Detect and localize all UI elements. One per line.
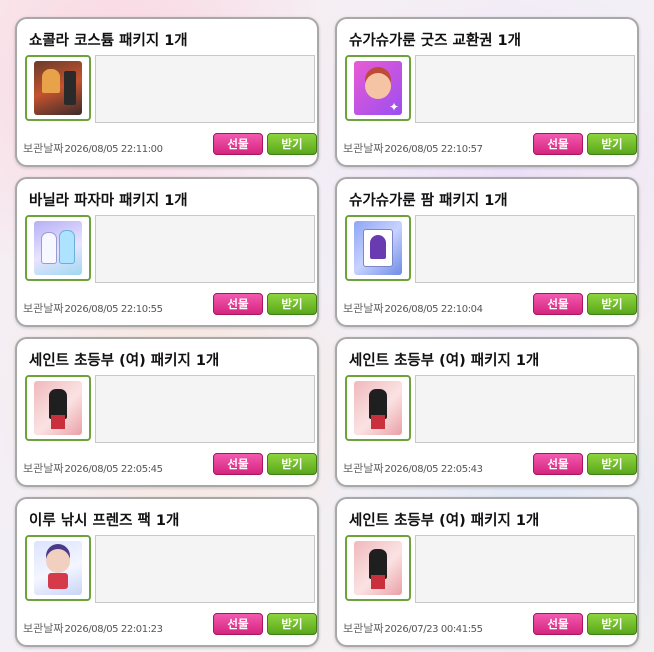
saint-uniform-icon [34,381,82,435]
storage-item-card: 바닐라 파자마 패키지 1개 보관날짜2026/08/05 22:10:55 선… [15,177,319,327]
storage-item-card: 슈가슈가룬 굿즈 교환권 1개 보관날짜2026/08/05 22:10:57 … [335,17,639,167]
receive-button[interactable]: 받기 [587,613,637,635]
stored-date-value: 2026/08/05 22:10:04 [384,304,483,315]
storage-item-card: 세인트 초등부 (여) 패키지 1개 보관날짜2026/08/05 22:05:… [15,337,319,487]
stored-date-label: 보관날짜 [23,302,64,315]
stored-date: 보관날짜2026/07/23 00:41:55 [343,617,483,636]
item-title: 세인트 초등부 (여) 패키지 1개 [349,513,540,529]
receive-button[interactable]: 받기 [587,133,637,155]
saint-uniform-icon [354,381,402,435]
item-thumbnail[interactable] [25,215,91,281]
item-title: 이루 낚시 프렌즈 팩 1개 [29,513,180,529]
storage-item-grid: 쇼콜라 코스튬 패키지 1개 보관날짜2026/08/05 22:11:00 선… [0,0,654,652]
item-title: 세인트 초등부 (여) 패키지 1개 [29,353,220,369]
gift-button[interactable]: 선물 [533,133,583,155]
gift-button[interactable]: 선물 [213,133,263,155]
stored-date: 보관날짜2026/08/05 22:10:55 [23,297,163,316]
gift-button[interactable]: 선물 [213,453,263,475]
receive-button[interactable]: 받기 [587,293,637,315]
item-title: 슈가슈가룬 굿즈 교환권 1개 [349,33,521,49]
item-title: 세인트 초등부 (여) 패키지 1개 [349,353,540,369]
stored-date-value: 2026/08/05 22:10:57 [384,144,483,155]
receive-button[interactable]: 받기 [267,133,317,155]
sugar-pajama-icon [354,221,402,275]
storage-item-card: 세인트 초등부 (여) 패키지 1개 보관날짜2026/08/05 22:05:… [335,337,639,487]
stored-date-label: 보관날짜 [343,622,384,635]
stored-date: 보관날짜2026/08/05 22:05:43 [343,457,483,476]
gift-button[interactable]: 선물 [213,613,263,635]
stored-date: 보관날짜2026/08/05 22:10:04 [343,297,483,316]
item-description-box [95,375,315,443]
receive-button[interactable]: 받기 [267,293,317,315]
stored-date-value: 2026/08/05 22:10:55 [64,304,163,315]
item-thumbnail[interactable] [25,55,91,121]
stored-date: 보관날짜2026/08/05 22:05:45 [23,457,163,476]
item-description-box [95,215,315,283]
stored-date-label: 보관날짜 [343,302,384,315]
item-description-box [415,55,635,123]
stored-date-value: 2026/08/05 22:05:43 [384,464,483,475]
stored-date: 보관날짜2026/08/05 22:11:00 [23,137,163,156]
storage-item-card: 슈가슈가룬 팜 패키지 1개 보관날짜2026/08/05 22:10:04 선… [335,177,639,327]
item-thumbnail[interactable] [345,375,411,441]
iru-fishing-friends-icon [34,541,82,595]
item-description-box [95,535,315,603]
saint-uniform-icon [354,541,402,595]
item-title: 바닐라 파자마 패키지 1개 [29,193,188,209]
item-title: 슈가슈가룬 팜 패키지 1개 [349,193,508,209]
stored-date-label: 보관날짜 [23,462,64,475]
storage-item-card: 쇼콜라 코스튬 패키지 1개 보관날짜2026/08/05 22:11:00 선… [15,17,319,167]
stored-date: 보관날짜2026/08/05 22:01:23 [23,617,163,636]
item-thumbnail[interactable] [25,375,91,441]
gift-button[interactable]: 선물 [213,293,263,315]
storage-item-card: 이루 낚시 프렌즈 팩 1개 보관날짜2026/08/05 22:01:23 선… [15,497,319,647]
gift-button[interactable]: 선물 [533,293,583,315]
sugar-goods-ticket-icon [354,61,402,115]
chocolat-costume-icon [34,61,82,115]
receive-button[interactable]: 받기 [267,613,317,635]
storage-item-card: 세인트 초등부 (여) 패키지 1개 보관날짜2026/07/23 00:41:… [335,497,639,647]
receive-button[interactable]: 받기 [587,453,637,475]
item-thumbnail[interactable] [345,215,411,281]
stored-date: 보관날짜2026/08/05 22:10:57 [343,137,483,156]
item-thumbnail[interactable] [345,55,411,121]
stored-date-label: 보관날짜 [23,622,64,635]
stored-date-label: 보관날짜 [343,142,384,155]
stored-date-label: 보관날짜 [343,462,384,475]
item-description-box [415,375,635,443]
item-thumbnail[interactable] [345,535,411,601]
receive-button[interactable]: 받기 [267,453,317,475]
gift-button[interactable]: 선물 [533,453,583,475]
item-thumbnail[interactable] [25,535,91,601]
item-description-box [95,55,315,123]
stored-date-label: 보관날짜 [23,142,64,155]
stored-date-value: 2026/08/05 22:05:45 [64,464,163,475]
vanilla-pajama-icon [34,221,82,275]
stored-date-value: 2026/08/05 22:01:23 [64,624,163,635]
stored-date-value: 2026/08/05 22:11:00 [64,144,163,155]
gift-button[interactable]: 선물 [533,613,583,635]
item-description-box [415,215,635,283]
item-title: 쇼콜라 코스튬 패키지 1개 [29,33,188,49]
stored-date-value: 2026/07/23 00:41:55 [384,624,483,635]
item-description-box [415,535,635,603]
